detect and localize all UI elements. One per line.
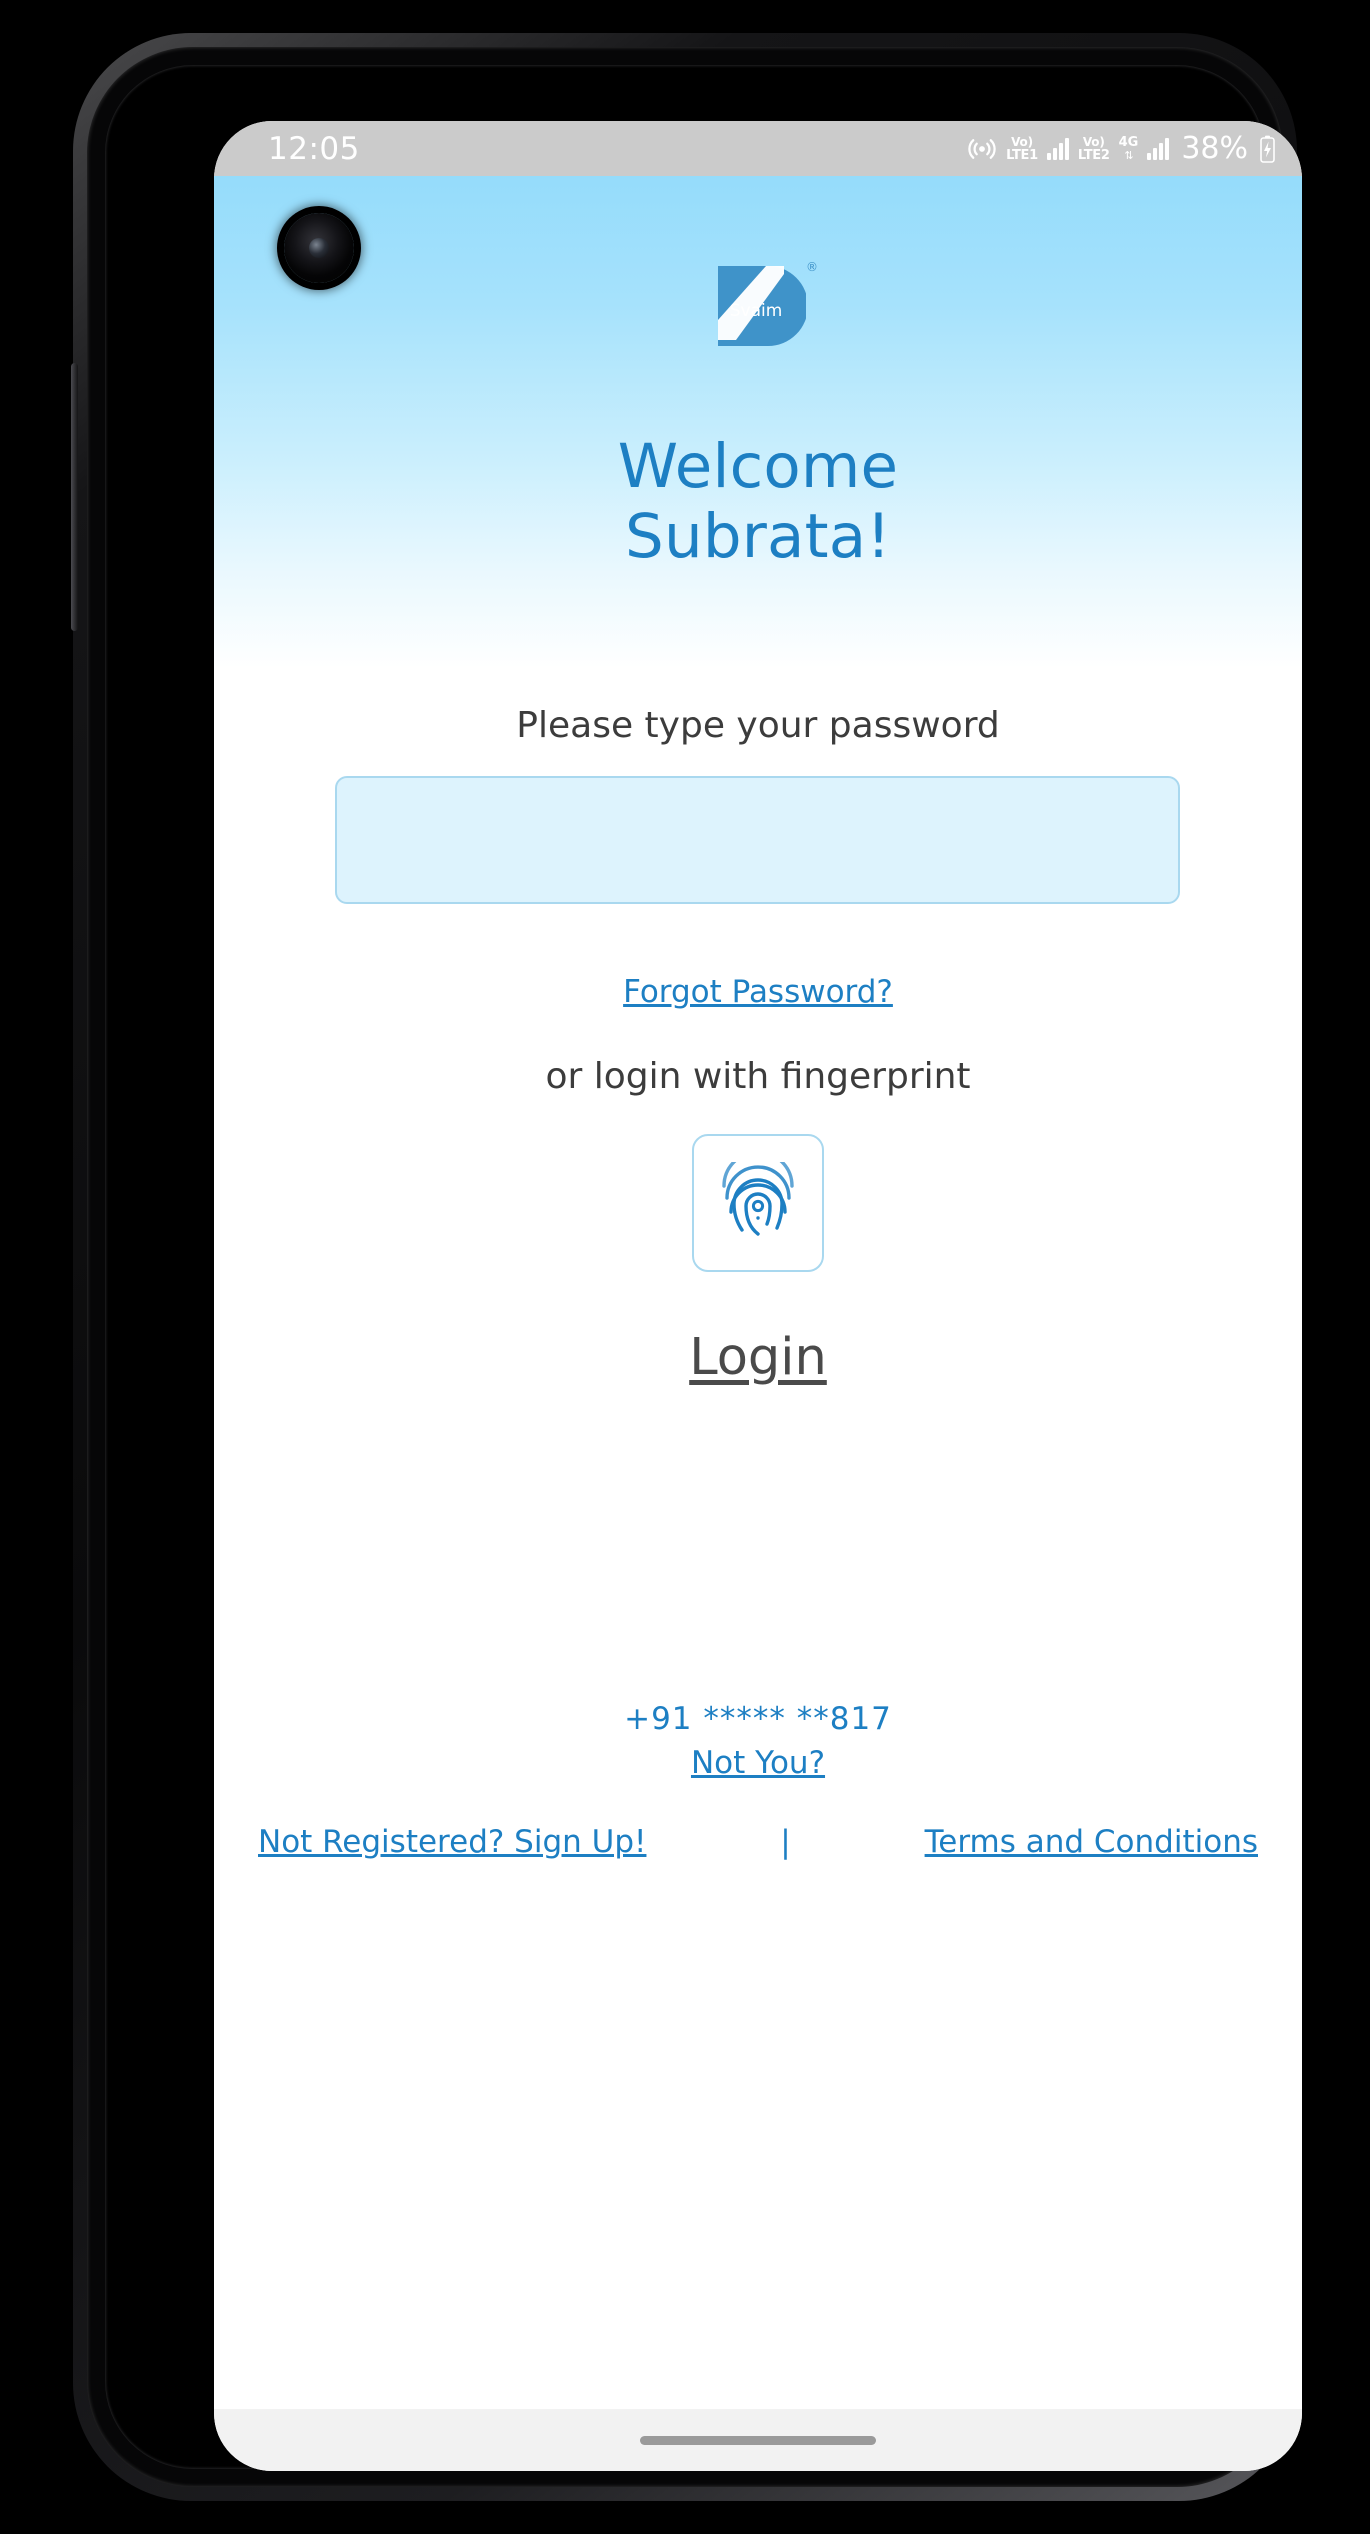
trademark-symbol: ® [806,260,818,274]
signup-link[interactable]: Not Registered? Sign Up! [258,1824,646,1860]
signal-sim2-icon [1147,137,1170,160]
masked-phone-number: +91 ***** **817 [624,1701,892,1737]
front-camera-lens [309,238,329,258]
volte-sim1-icon: Vo) LTE1 [1006,134,1038,163]
signal-sim1-icon [1046,137,1069,160]
fingerprint-login-button[interactable] [692,1134,824,1272]
password-input[interactable] [335,776,1180,904]
footer-separator: | [780,1824,791,1860]
not-you-link[interactable]: Not You? [214,1745,1302,1781]
terms-and-conditions-link[interactable]: Terms and Conditions [925,1824,1258,1860]
phone-device-frame: 12:05 Vo) LTE1 Vo) LTE2 4G ⇅ 38% Svaim ®… [71,33,1302,2501]
fingerprint-prompt-label: or login with fingerprint [545,1056,971,1097]
volte-sim2-icon: Vo) LTE2 [1077,134,1110,163]
status-bar-clock: 12:05 [268,130,360,167]
network-4g-icon: 4G ⇅ [1118,135,1139,162]
phone-screen: 12:05 Vo) LTE1 Vo) LTE2 4G ⇅ 38% Svaim ®… [214,121,1302,2471]
svaim-logo-icon: Svaim ® [710,258,818,354]
front-camera-icon [284,213,354,283]
status-bar-icons: Vo) LTE1 Vo) LTE2 4G ⇅ 38% [967,131,1276,166]
svg-text:Svaim: Svaim [730,301,783,321]
footer-links: Not Registered? Sign Up! | Terms and Con… [214,1824,1302,1860]
status-bar: 12:05 Vo) LTE1 Vo) LTE2 4G ⇅ 38% [214,121,1302,176]
battery-percent-label: 38% [1181,131,1248,166]
home-indicator[interactable] [640,2435,876,2445]
fingerprint-icon [721,1150,795,1244]
password-prompt-label: Please type your password [516,705,1000,746]
sim-tray[interactable] [71,363,78,631]
forgot-password-link[interactable]: Forgot Password? [214,974,1302,1010]
welcome-heading: Welcome Subrata! [214,431,1302,573]
system-navigation-bar [214,2409,1302,2471]
app-content: Svaim ® Welcome Subrata! Please type you… [214,176,1302,2409]
login-button[interactable]: Login [214,1328,1302,1387]
hero-gradient-background [214,176,1302,668]
battery-icon [1259,135,1276,163]
welcome-line-1: Welcome [617,431,899,502]
wifi-calling-icon [967,134,997,164]
welcome-line-2: Subrata! [625,501,891,573]
